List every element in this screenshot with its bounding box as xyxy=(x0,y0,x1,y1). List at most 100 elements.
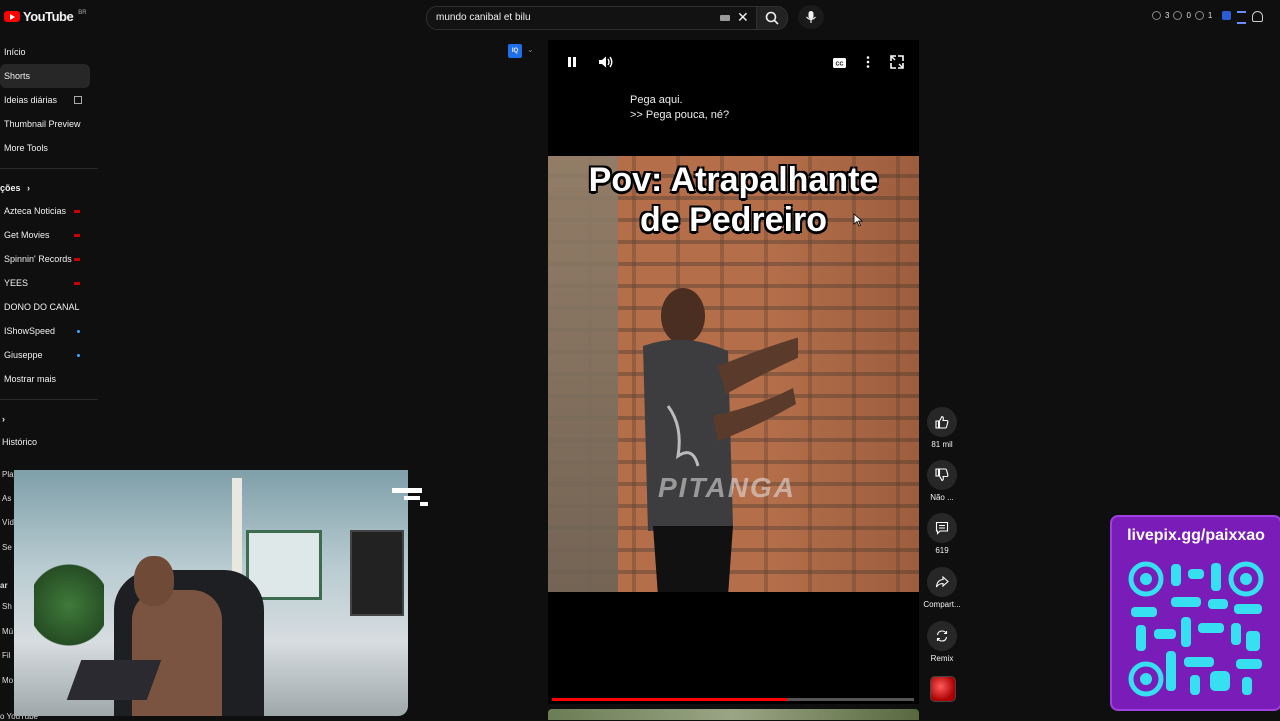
channel-label: Spinnin' Records xyxy=(4,254,72,264)
webcam-streamer-head xyxy=(134,556,174,606)
sidebar-divider xyxy=(0,399,98,400)
sidebar-channel-dono[interactable]: DONO DO CANAL xyxy=(0,295,90,319)
webcam-glitch xyxy=(404,496,420,500)
stat-value-3: 1 xyxy=(1207,11,1213,20)
more-vert-icon xyxy=(866,56,870,68)
channel-label: Giuseppe xyxy=(4,350,43,360)
remix-icon xyxy=(936,630,948,642)
sidebar-item-fragment[interactable]: Sh xyxy=(2,602,12,611)
thumbs-down-icon xyxy=(935,468,949,482)
pause-button[interactable] xyxy=(565,55,579,74)
sidebar-item-fragment[interactable]: Fil xyxy=(2,651,10,660)
comments-count: 619 xyxy=(935,546,949,555)
channel-label: IShowSpeed xyxy=(4,326,56,336)
live-indicator-icon xyxy=(74,210,80,213)
video-overlay-title: Pov: Atrapalhante de Pedreiro xyxy=(548,160,919,240)
progress-fill xyxy=(552,698,788,701)
comment-icon xyxy=(935,521,949,535)
like-count: 81 mil xyxy=(931,440,953,449)
volume-icon xyxy=(599,56,613,68)
share-button[interactable] xyxy=(927,567,957,597)
like-action[interactable]: 81 mil xyxy=(922,407,962,449)
webcam-tv xyxy=(350,530,404,616)
sidebar-item-fragment[interactable]: Mo xyxy=(2,676,13,685)
svg-text:CC: CC xyxy=(836,62,844,68)
sidebar-item-shorts[interactable]: Shorts xyxy=(0,64,90,88)
eye-icon xyxy=(1173,11,1183,20)
voice-search-button[interactable] xyxy=(798,5,824,29)
search-box[interactable]: mundo canibal et bilu ✕ xyxy=(426,6,758,30)
sidebar-item-ideias-diarias[interactable]: Ideias diárias xyxy=(0,88,90,112)
subscriptions-heading[interactable]: ções › xyxy=(0,177,100,199)
sidebar-item-historico[interactable]: Histórico xyxy=(0,430,88,454)
sidebar-channel-giuseppe[interactable]: Giuseppe xyxy=(0,343,90,367)
chevron-right-icon: › xyxy=(27,183,31,193)
share-action[interactable]: Compart... xyxy=(922,567,962,609)
live-indicator-icon xyxy=(74,234,80,237)
sidebar-channel-spinnin[interactable]: Spinnin' Records xyxy=(0,247,90,271)
new-content-dot-icon xyxy=(77,330,80,333)
clear-search-icon[interactable]: ✕ xyxy=(737,9,749,26)
logo-country-code: BR xyxy=(78,9,87,16)
keyboard-icon[interactable] xyxy=(720,15,730,21)
dislike-action[interactable]: Não ... xyxy=(922,460,962,502)
mouse-cursor-icon xyxy=(853,213,863,227)
youtube-logo[interactable]: YouTube BR xyxy=(4,9,87,24)
chevron-right-icon: › xyxy=(2,414,5,424)
you-section-toggle[interactable]: › xyxy=(0,408,100,430)
sidebar-item-fragment[interactable]: As xyxy=(2,494,11,503)
sidebar-item-thumbnail-preview[interactable]: Thumbnail Preview xyxy=(0,112,90,136)
iq-extension-badge[interactable]: IQ xyxy=(508,44,522,58)
top-bar: YouTube BR mundo canibal et bilu ✕ 3 0 1 xyxy=(0,0,1280,36)
sidebar-item-inicio[interactable]: Início xyxy=(0,40,90,64)
dislike-label: Não ... xyxy=(930,493,954,502)
next-short-preview[interactable] xyxy=(548,709,919,720)
sidebar-item-fragment[interactable]: Víd xyxy=(2,518,14,527)
search-input[interactable]: mundo canibal et bilu xyxy=(436,12,531,23)
sidebar: Início Shorts Ideias diárias Thumbnail P… xyxy=(0,40,100,454)
comments-button[interactable] xyxy=(927,513,957,543)
channel-label: Get Movies xyxy=(4,230,50,240)
video-progress-bar[interactable] xyxy=(552,698,914,701)
volume-button[interactable] xyxy=(598,55,614,74)
more-options-button[interactable] xyxy=(864,55,872,74)
sidebar-channel-ishowspeed[interactable]: IShowSpeed xyxy=(0,319,90,343)
share-label: Compart... xyxy=(923,600,961,609)
webcam-glitch xyxy=(392,488,422,493)
extension-icon[interactable] xyxy=(1222,11,1231,20)
audio-track-thumbnail[interactable] xyxy=(930,676,956,702)
dislike-button[interactable] xyxy=(927,460,957,490)
sidebar-show-more[interactable]: Mostrar mais xyxy=(0,367,90,391)
show-more-label: Mostrar mais xyxy=(4,374,57,384)
shorts-video[interactable]: Pov: Atrapalhante de Pedreiro PITANGA xyxy=(548,156,919,592)
fullscreen-button[interactable] xyxy=(890,55,904,74)
sidebar-item-fragment[interactable]: Mú xyxy=(2,627,13,636)
channel-label: DONO DO CANAL xyxy=(4,302,80,312)
sidebar-item-more-tools[interactable]: More Tools xyxy=(0,136,90,160)
trophy-icon[interactable] xyxy=(1252,11,1263,22)
chevron-down-icon[interactable]: ⌄ xyxy=(527,45,534,54)
worker-figure xyxy=(643,288,798,592)
microphone-icon xyxy=(806,11,816,23)
sidebar-channel-get-movies[interactable]: Get Movies xyxy=(0,223,90,247)
comments-action[interactable]: 619 xyxy=(922,513,962,555)
video-captions: Pega aqui. >> Pega pouca, né? xyxy=(630,93,729,123)
stat-value-1: 3 xyxy=(1165,11,1170,20)
remix-label: Remix xyxy=(930,654,954,663)
remix-button[interactable] xyxy=(927,621,957,651)
closed-captions-icon: CC xyxy=(833,58,846,68)
sidebar-channel-azteca[interactable]: Azteca Noticias xyxy=(0,199,90,223)
like-button[interactable] xyxy=(927,407,957,437)
remix-action[interactable]: Remix xyxy=(922,621,962,663)
overlay-title-line: de Pedreiro xyxy=(639,201,828,239)
livepix-url: livepix.gg/paixxao xyxy=(1127,527,1265,544)
sidebar-channel-yees[interactable]: YEES xyxy=(0,271,90,295)
subscriptions-heading-label: ções xyxy=(0,183,21,193)
overlay-title-line: Pov: Atrapalhante xyxy=(588,161,879,199)
sidebar-item-label: Histórico xyxy=(2,437,38,447)
captions-button[interactable]: CC xyxy=(832,56,847,74)
fullscreen-icon xyxy=(890,55,904,69)
sidebar-item-fragment[interactable]: Se xyxy=(2,543,12,552)
menu-icon[interactable] xyxy=(1237,11,1246,24)
search-button[interactable] xyxy=(756,6,788,30)
